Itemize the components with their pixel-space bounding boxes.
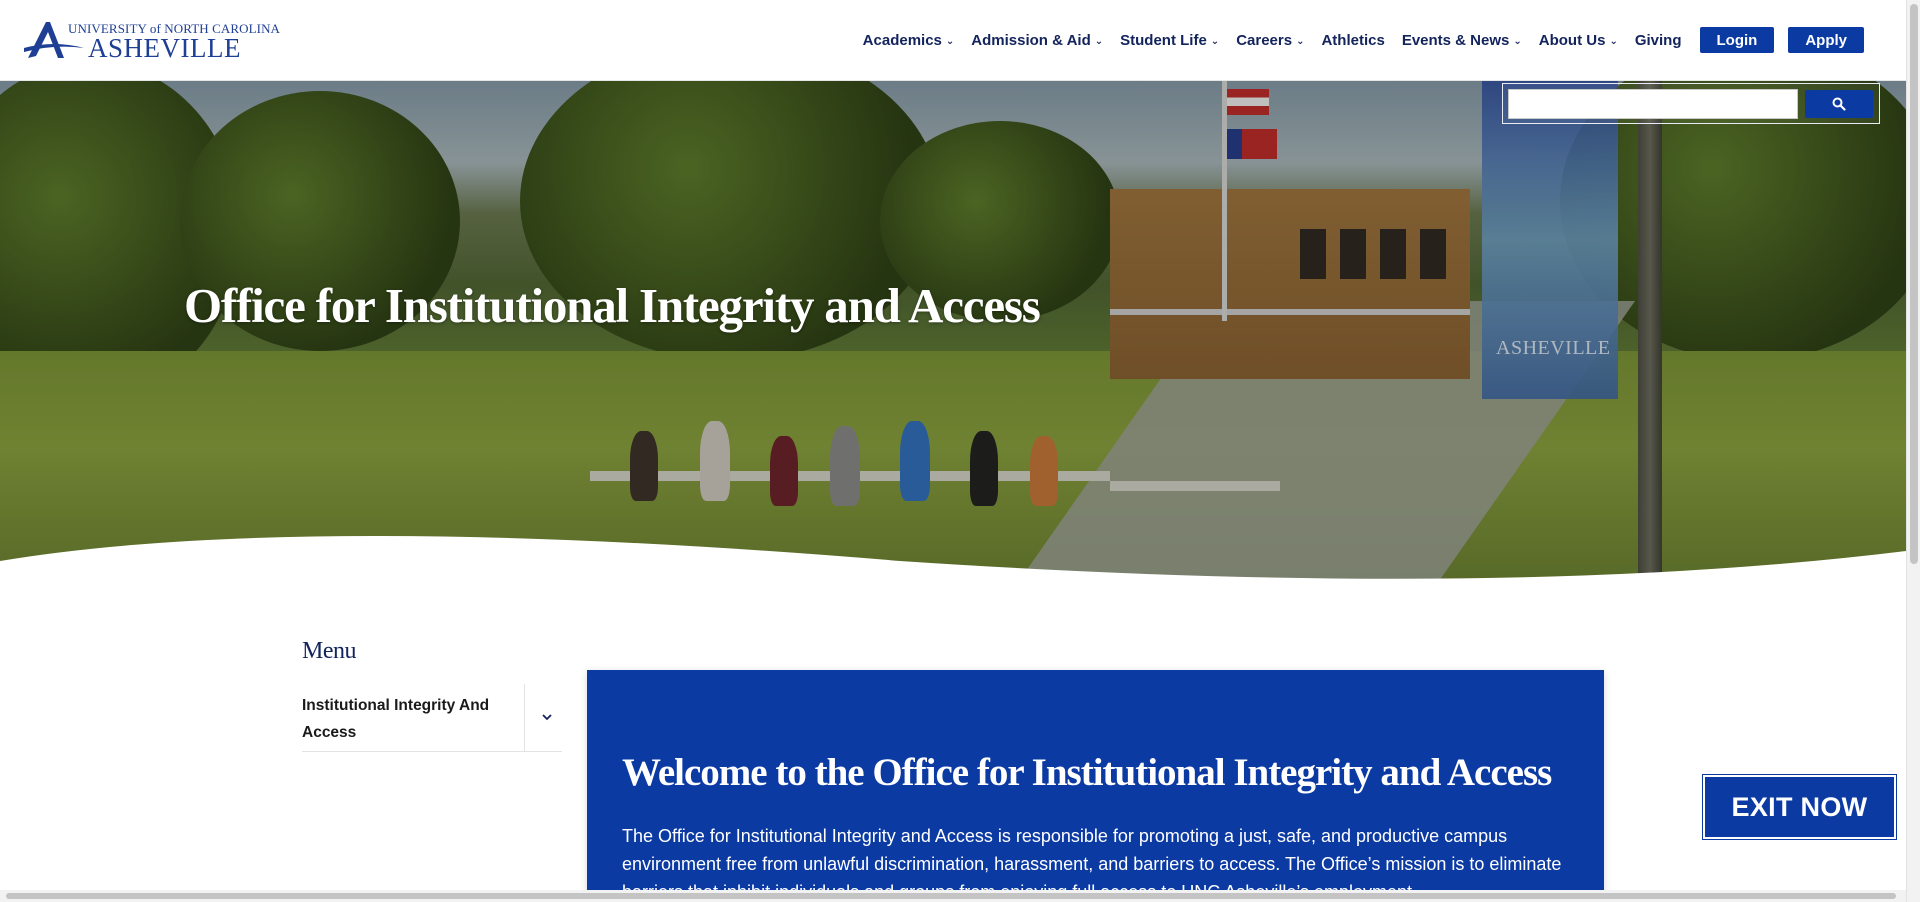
hero-dark-overlay — [0, 81, 1906, 591]
vertical-scrollbar-thumb[interactable] — [1910, 4, 1918, 564]
horizontal-scrollbar[interactable] — [0, 890, 1906, 902]
vertical-scrollbar[interactable] — [1906, 0, 1920, 902]
nav-events-news[interactable]: Events & News ⌄ — [1402, 32, 1522, 49]
sidebar-item-institutional-integrity[interactable]: Institutional Integrity And Access — [302, 684, 562, 752]
nav-label: Admission & Aid — [971, 31, 1091, 49]
welcome-card: Welcome to the Office for Institutional … — [587, 670, 1604, 902]
chevron-down-icon: ⌄ — [1513, 35, 1522, 47]
nav-academics[interactable]: Academics ⌄ — [863, 32, 955, 49]
chevron-down-icon: ⌄ — [1210, 35, 1220, 47]
sidebar-item-label[interactable]: Institutional Integrity And Access — [302, 692, 512, 746]
university-logo[interactable]: UNIVERSITY of NORTH CAROLINA ASHEVILLE — [24, 18, 280, 63]
apply-button[interactable]: Apply — [1788, 27, 1864, 53]
login-button[interactable]: Login — [1699, 27, 1775, 53]
horizontal-scrollbar-thumb[interactable] — [6, 893, 1896, 899]
nav-label: Events & News — [1401, 31, 1510, 49]
nav-label: About Us — [1538, 31, 1606, 49]
nav-label: Student Life — [1120, 31, 1207, 49]
nav-label: Careers — [1236, 31, 1293, 49]
hero-wave-divider — [0, 536, 1906, 591]
search-input[interactable] — [1508, 89, 1798, 119]
nav-about-us[interactable]: About Us ⌄ — [1539, 32, 1618, 49]
search-icon — [1832, 97, 1846, 111]
chevron-down-icon: ⌄ — [1609, 35, 1618, 47]
sidebar-item-expand-toggle[interactable] — [534, 704, 560, 730]
exit-now-button[interactable]: EXIT NOW — [1703, 775, 1896, 839]
search-button[interactable] — [1805, 90, 1873, 118]
nav-athletics[interactable]: Athletics — [1321, 32, 1384, 49]
welcome-heading: Welcome to the Office for Institutional … — [622, 751, 1552, 794]
main-navigation: Academics ⌄ Admission & Aid ⌄ Student Life… — [846, 26, 1864, 54]
chevron-down-icon: ⌄ — [945, 35, 955, 47]
page-title: Office for Institutional Integrity and A… — [184, 278, 1041, 333]
nav-label: Giving — [1634, 31, 1682, 49]
chevron-down-icon: ⌄ — [1094, 35, 1104, 47]
site-search — [1502, 83, 1880, 124]
nav-label: Academics — [862, 31, 942, 49]
nav-label: Athletics — [1321, 31, 1385, 49]
nav-admission-aid[interactable]: Admission & Aid ⌄ — [971, 32, 1103, 49]
sidebar-item-divider — [524, 684, 525, 752]
logo-asheville-text: ASHEVILLE — [88, 33, 241, 63]
chevron-down-icon — [542, 713, 552, 720]
nav-student-life[interactable]: Student Life ⌄ — [1120, 32, 1219, 49]
nav-careers[interactable]: Careers ⌄ — [1236, 32, 1304, 49]
hero-banner: ASHEVILLE Office for Institutional Integ… — [0, 81, 1906, 591]
sidebar-menu-title: Menu — [302, 638, 357, 664]
nav-giving[interactable]: Giving — [1635, 32, 1682, 49]
chevron-down-icon: ⌄ — [1296, 35, 1305, 47]
site-header: UNIVERSITY of NORTH CAROLINA ASHEVILLE A… — [0, 0, 1906, 81]
